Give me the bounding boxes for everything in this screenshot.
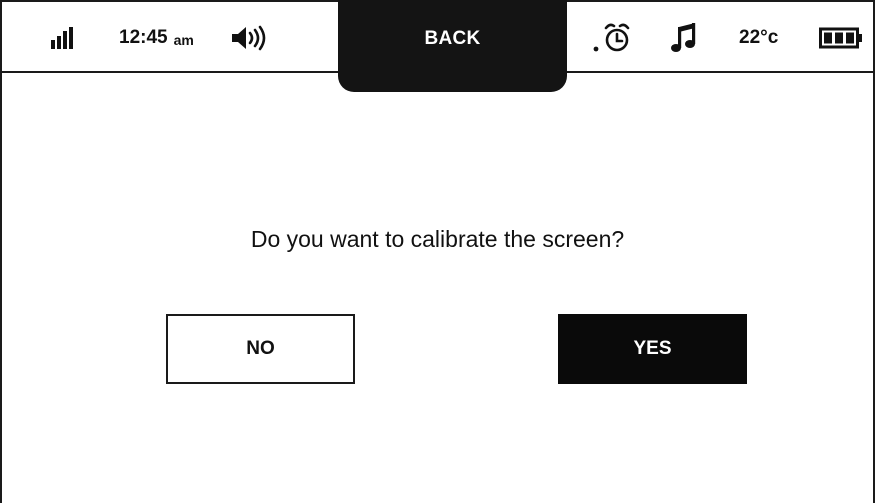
clock-ampm: am bbox=[173, 31, 194, 48]
speaker-volume-icon[interactable] bbox=[230, 2, 270, 73]
no-button-label: NO bbox=[246, 338, 275, 359]
calibration-prompt: Do you want to calibrate the screen? bbox=[250, 226, 625, 252]
status-bar: 12:45 am BACK 22°c bbox=[2, 0, 873, 92]
clock-time: 12:45 bbox=[119, 26, 168, 48]
alarm-clock-icon[interactable] bbox=[591, 2, 639, 73]
yes-button[interactable]: YES bbox=[558, 314, 747, 384]
device-screen: 12:45 am BACK 22°c Do you want to calibr… bbox=[0, 0, 875, 503]
clock: 12:45 am bbox=[119, 2, 194, 73]
back-button[interactable]: BACK bbox=[338, 0, 567, 92]
yes-button-label: YES bbox=[633, 338, 672, 359]
signal-bars-icon bbox=[51, 2, 81, 73]
back-button-label: BACK bbox=[424, 28, 481, 49]
music-note-icon[interactable] bbox=[671, 2, 701, 73]
no-button[interactable]: NO bbox=[166, 314, 355, 384]
temperature-readout: 22°c bbox=[739, 26, 779, 48]
battery-full-icon bbox=[819, 2, 863, 73]
